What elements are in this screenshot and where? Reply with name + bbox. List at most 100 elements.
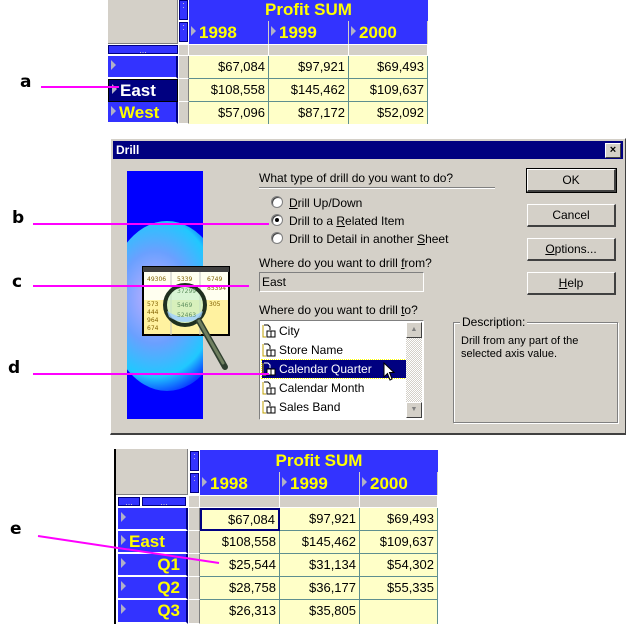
table-cell[interactable]: $26,313 (200, 600, 280, 624)
expand-arrow-icon (202, 477, 207, 487)
table-cell[interactable] (360, 600, 438, 624)
option-accel: R (336, 214, 346, 228)
pivot-corner (116, 449, 188, 495)
dimension-level-icon (262, 324, 276, 338)
table-cell[interactable]: $54,302 (360, 554, 438, 577)
table-cell[interactable]: $87,172 (269, 102, 349, 124)
row-header-west[interactable]: West (108, 102, 178, 124)
row-header-east-selected[interactable]: East (108, 79, 178, 102)
list-item-store-name[interactable]: Store Name (262, 341, 406, 359)
drill-to-listbox[interactable]: City Store Name Calendar Quarter Calenda… (259, 320, 424, 420)
year-header[interactable]: 2000 (349, 21, 428, 44)
year-header[interactable]: 2000 (360, 472, 438, 495)
column-dimension-handle[interactable]: : (179, 0, 188, 20)
table-cell[interactable]: $109,637 (360, 531, 438, 554)
help-button[interactable]: Help (527, 272, 616, 295)
radio-drill-detail-sheet[interactable]: Drill to Detail in another Sheet (271, 231, 448, 247)
scroll-up-button[interactable]: ▲ (406, 322, 422, 338)
year-header[interactable]: 1999 (269, 21, 349, 44)
spacer-row (360, 496, 438, 507)
row-gutter (189, 600, 200, 624)
radio-button-checked-icon[interactable] (271, 214, 283, 226)
drill-type-question: What type of drill do you want to do? (259, 171, 454, 185)
column-dimension-handle[interactable]: : (179, 22, 188, 42)
radio-drill-related-item[interactable]: Drill to a Related Item (271, 213, 404, 229)
options-button[interactable]: Options... (527, 238, 616, 261)
row-label: West (119, 103, 160, 122)
table-cell[interactable]: $67,084 (189, 56, 269, 79)
row-dimension-handle[interactable]: ... (108, 45, 178, 55)
dialog-title: Drill (116, 143, 140, 157)
table-cell[interactable]: $69,493 (349, 56, 428, 79)
option-text: heet (425, 232, 449, 246)
list-item-label: Sales Band (279, 400, 341, 414)
button-accel: O (545, 242, 555, 256)
year-header[interactable]: 1999 (280, 472, 360, 495)
row-gutter (179, 79, 189, 102)
table-cell[interactable]: $108,558 (189, 79, 269, 102)
row-header-q2[interactable]: Q2 (118, 577, 188, 600)
measure-header[interactable]: Profit SUM (200, 450, 438, 472)
year-label: 1999 (290, 474, 328, 493)
table-cell[interactable]: $52,092 (349, 102, 428, 124)
option-text: Drill to a (289, 214, 337, 228)
cancel-button[interactable]: Cancel (527, 204, 616, 227)
spacer-row (280, 496, 360, 507)
row-header-central[interactable]: Central (108, 56, 178, 97)
year-header[interactable]: 1998 (200, 472, 280, 495)
row-dimension-handle[interactable]: ... (142, 497, 186, 507)
table-cell[interactable]: $145,462 (280, 531, 360, 554)
year-label: 1998 (199, 23, 237, 42)
button-text: elp (567, 276, 584, 290)
year-header[interactable]: 1998 (189, 21, 269, 44)
radio-button-icon[interactable] (271, 232, 283, 244)
listbox-scrollbar[interactable]: ▲ ▼ (406, 322, 422, 418)
row-dimension-handle[interactable]: ... (118, 497, 140, 507)
scroll-down-button[interactable]: ▼ (406, 402, 422, 418)
row-header-q3[interactable]: Q3 (118, 600, 188, 624)
expand-arrow-icon (351, 26, 356, 36)
label-text: Where do you want to drill (259, 256, 402, 270)
callout-label-d: d (8, 358, 21, 378)
row-gutter (189, 531, 200, 554)
dialog-titlebar[interactable]: Drill × (113, 141, 623, 159)
ok-button[interactable]: OK (526, 168, 617, 193)
list-item-city[interactable]: City (262, 322, 406, 340)
table-cell[interactable]: $35,805 (280, 600, 360, 624)
measure-header[interactable]: Profit SUM (189, 0, 428, 21)
column-dimension-handle[interactable]: : (190, 451, 199, 471)
table-cell[interactable]: $57,096 (189, 102, 269, 124)
expand-arrow-icon (121, 512, 126, 522)
table-cell[interactable]: $69,493 (360, 508, 438, 531)
column-dimension-handle[interactable]: : (190, 473, 199, 493)
radio-drill-up-down[interactable]: Drill Up/Down (271, 195, 362, 211)
row-gutter (189, 577, 200, 600)
table-cell[interactable]: $108,558 (200, 531, 280, 554)
table-cell[interactable]: $31,134 (280, 554, 360, 577)
table-cell[interactable]: $145,462 (269, 79, 349, 102)
row-header-central[interactable]: Central (118, 508, 188, 549)
row-gutter (179, 56, 189, 79)
table-cell[interactable]: $109,637 (349, 79, 428, 102)
radio-button-icon[interactable] (271, 196, 283, 208)
table-cell[interactable]: $97,921 (269, 56, 349, 79)
table-cell-focused[interactable]: $67,084 (200, 508, 280, 531)
table-cell[interactable]: $97,921 (280, 508, 360, 531)
table-cell[interactable]: $55,335 (360, 577, 438, 600)
table-cell[interactable]: $28,758 (200, 577, 280, 600)
list-item-sales-band[interactable]: Sales Band (262, 398, 406, 416)
illustration-number: 444 (147, 309, 159, 316)
close-button[interactable]: × (605, 143, 621, 158)
option-text: elated Item (345, 214, 405, 228)
option-text: rill Up/Down (297, 196, 363, 210)
callout-label-a: a (20, 72, 32, 92)
expand-arrow-icon (121, 535, 126, 545)
table-cell[interactable]: $25,544 (200, 554, 280, 577)
drill-from-label: Where do you want to drill from? (259, 256, 432, 270)
table-cell[interactable]: $36,177 (280, 577, 360, 600)
spacer-row (200, 496, 280, 507)
illustration-number: 5469 (177, 302, 192, 309)
button-text: ptions... (554, 242, 597, 256)
option-accel: S (417, 232, 426, 246)
description-title: Description: (460, 315, 528, 329)
